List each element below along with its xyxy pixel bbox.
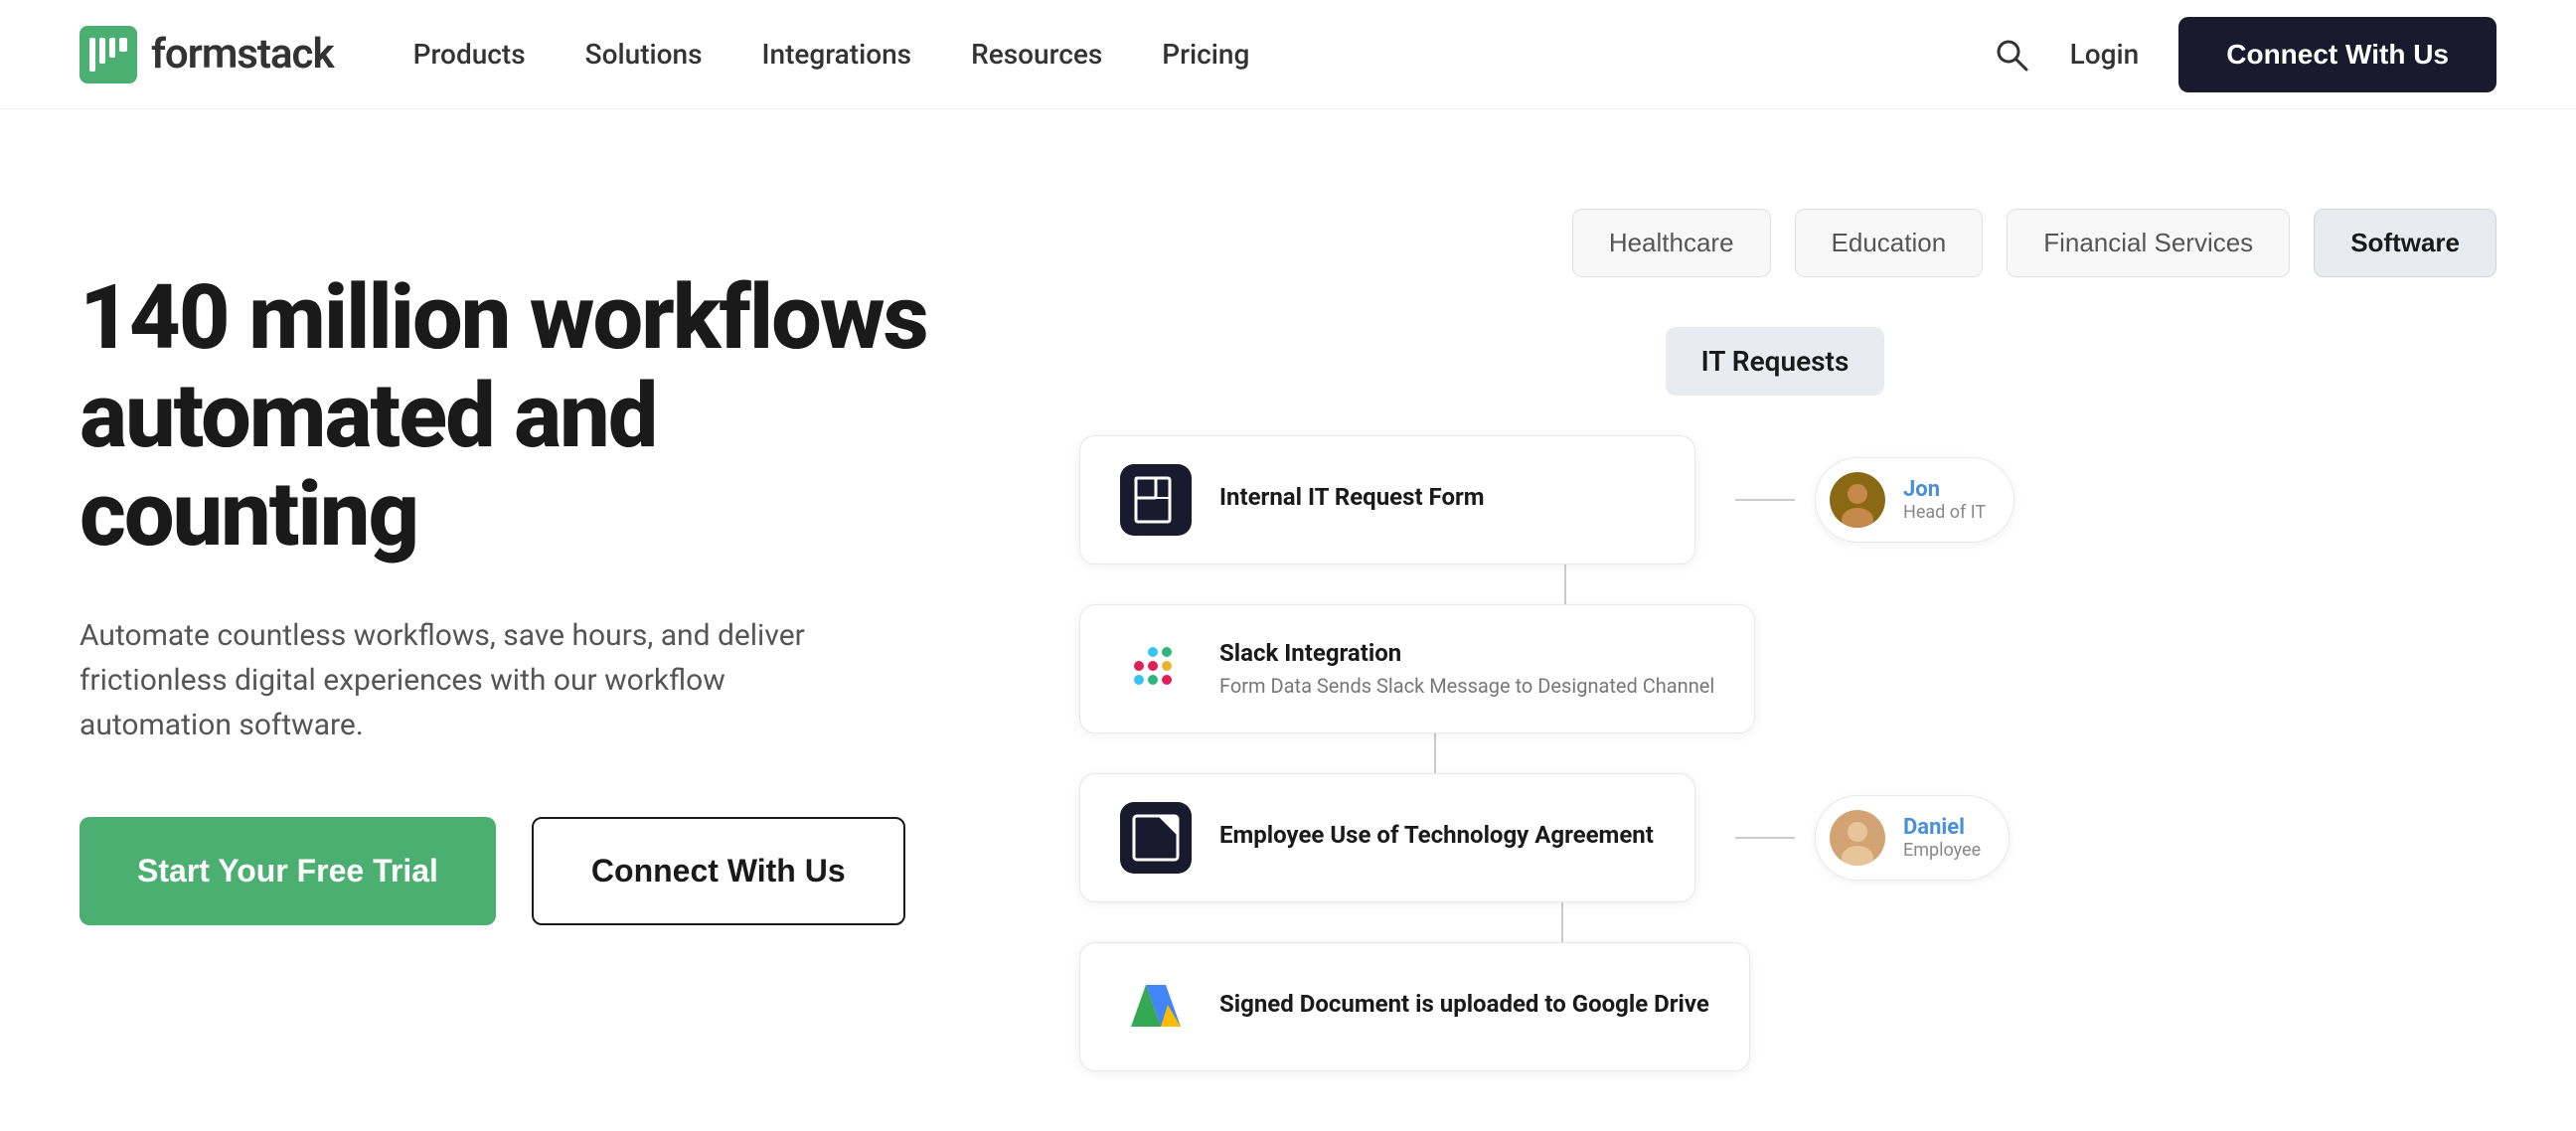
hero-headline-line2: automated and counting [80,364,656,566]
start-trial-button[interactable]: Start Your Free Trial [80,817,496,925]
step3-icon [1120,802,1192,874]
tab-financial[interactable]: Financial Services [2007,209,2290,277]
step3-person-card: Daniel Employee [1815,795,2010,881]
step3-vert-connector [1561,902,1563,942]
step3: Employee Use of Technology Agreement [1079,773,2010,902]
nav-pricing[interactable]: Pricing [1162,38,1249,71]
step3-title: Employee Use of Technology Agreement [1219,821,1654,850]
step1-text: Internal IT Request Form [1219,483,1485,518]
step1-avatar [1830,472,1885,528]
step3-person: Daniel Employee [1735,795,2010,881]
tab-software[interactable]: Software [2314,209,2496,277]
nav-integrations[interactable]: Integrations [762,38,912,71]
nav-resources[interactable]: Resources [971,38,1102,71]
step2-card: Slack Integration Form Data Sends Slack … [1079,604,1755,733]
step3-left: Employee Use of Technology Agreement [1079,773,2010,942]
step2-title: Slack Integration [1219,639,1714,668]
step3-text: Employee Use of Technology Agreement [1219,821,1654,856]
hero-headline: 140 million workflows automated and coun… [80,268,974,564]
nav-solutions[interactable]: Solutions [585,38,703,71]
step4-text: Signed Document is uploaded to Google Dr… [1219,990,1709,1025]
google-drive-icon [1126,977,1186,1037]
formstack-doc-icon [1130,474,1182,526]
step2: Slack Integration Form Data Sends Slack … [1079,604,1755,733]
step3-person-name: Daniel [1903,815,1981,840]
slack-icon [1126,639,1186,699]
step4-card: Signed Document is uploaded to Google Dr… [1079,942,1750,1071]
industry-tabs: Healthcare Education Financial Services … [1053,209,2496,277]
step1-connector [1735,499,1795,501]
tab-healthcare[interactable]: Healthcare [1572,209,1771,277]
workflow-label: IT Requests [1666,327,1885,396]
search-icon [1993,36,2030,74]
step4-title: Signed Document is uploaded to Google Dr… [1219,990,1709,1019]
hero-right: Healthcare Education Financial Services … [974,189,2496,1071]
step1-person: Jon Head of IT [1735,457,2014,543]
workflow-container: IT Requests [1079,327,2471,1071]
logo-icon [80,26,137,83]
step1-vert-connector [1564,565,1566,604]
step1-person-info: Jon Head of IT [1903,477,1986,523]
nav-cta-button[interactable]: Connect With Us [2178,17,2496,92]
main-content: 140 million workflows automated and coun… [0,109,2576,1131]
connect-with-us-button[interactable]: Connect With Us [532,817,905,925]
step2-subtitle: Form Data Sends Slack Message to Designa… [1219,673,1714,699]
step3-card: Employee Use of Technology Agreement [1079,773,1695,902]
step1-person-name: Jon [1903,477,1986,502]
nav-links: Products Solutions Integrations Resource… [413,38,1993,71]
step1-card: Internal IT Request Form [1079,435,1695,565]
login-link[interactable]: Login [2070,38,2140,71]
step1-title: Internal IT Request Form [1219,483,1485,512]
hero-headline-line1: 140 million workflows [80,265,927,370]
step3-avatar [1830,810,1885,866]
step3-connector [1735,837,1795,839]
hero-subtext: Automate countless workflows, save hours… [80,613,835,747]
logo-text: formstack [151,30,334,79]
step1: Internal IT Request Form [1079,435,2014,565]
step3-person-info: Daniel Employee [1903,815,1981,861]
step4-left: Signed Document is uploaded to Google Dr… [1079,942,1750,1071]
step1-icon [1120,464,1192,536]
search-button[interactable] [1993,36,2030,74]
hero-buttons: Start Your Free Trial Connect With Us [80,817,974,925]
step2-text: Slack Integration Form Data Sends Slack … [1219,639,1714,700]
tab-education[interactable]: Education [1795,209,1984,277]
step3-person-role: Employee [1903,840,1981,861]
step2-left: Slack Integration Form Data Sends Slack … [1079,604,1755,773]
step1-left: Internal IT Request Form [1079,435,2014,604]
daniel-avatar-icon [1830,810,1885,866]
step1-person-role: Head of IT [1903,502,1986,523]
step2-vert-connector [1434,733,1436,773]
formstack-sign-icon [1130,812,1182,864]
jon-avatar-icon [1830,472,1885,528]
workflow-steps: Internal IT Request Form [1079,435,2471,1071]
step4-icon [1120,971,1192,1043]
navbar: formstack Products Solutions Integration… [0,0,2576,109]
nav-products[interactable]: Products [413,38,526,71]
hero-left: 140 million workflows automated and coun… [80,189,974,925]
step4: Signed Document is uploaded to Google Dr… [1079,942,1750,1071]
step2-icon [1120,633,1192,705]
step1-person-card: Jon Head of IT [1815,457,2014,543]
logo-link[interactable]: formstack [80,26,334,83]
nav-right: Login Connect With Us [1993,17,2496,92]
